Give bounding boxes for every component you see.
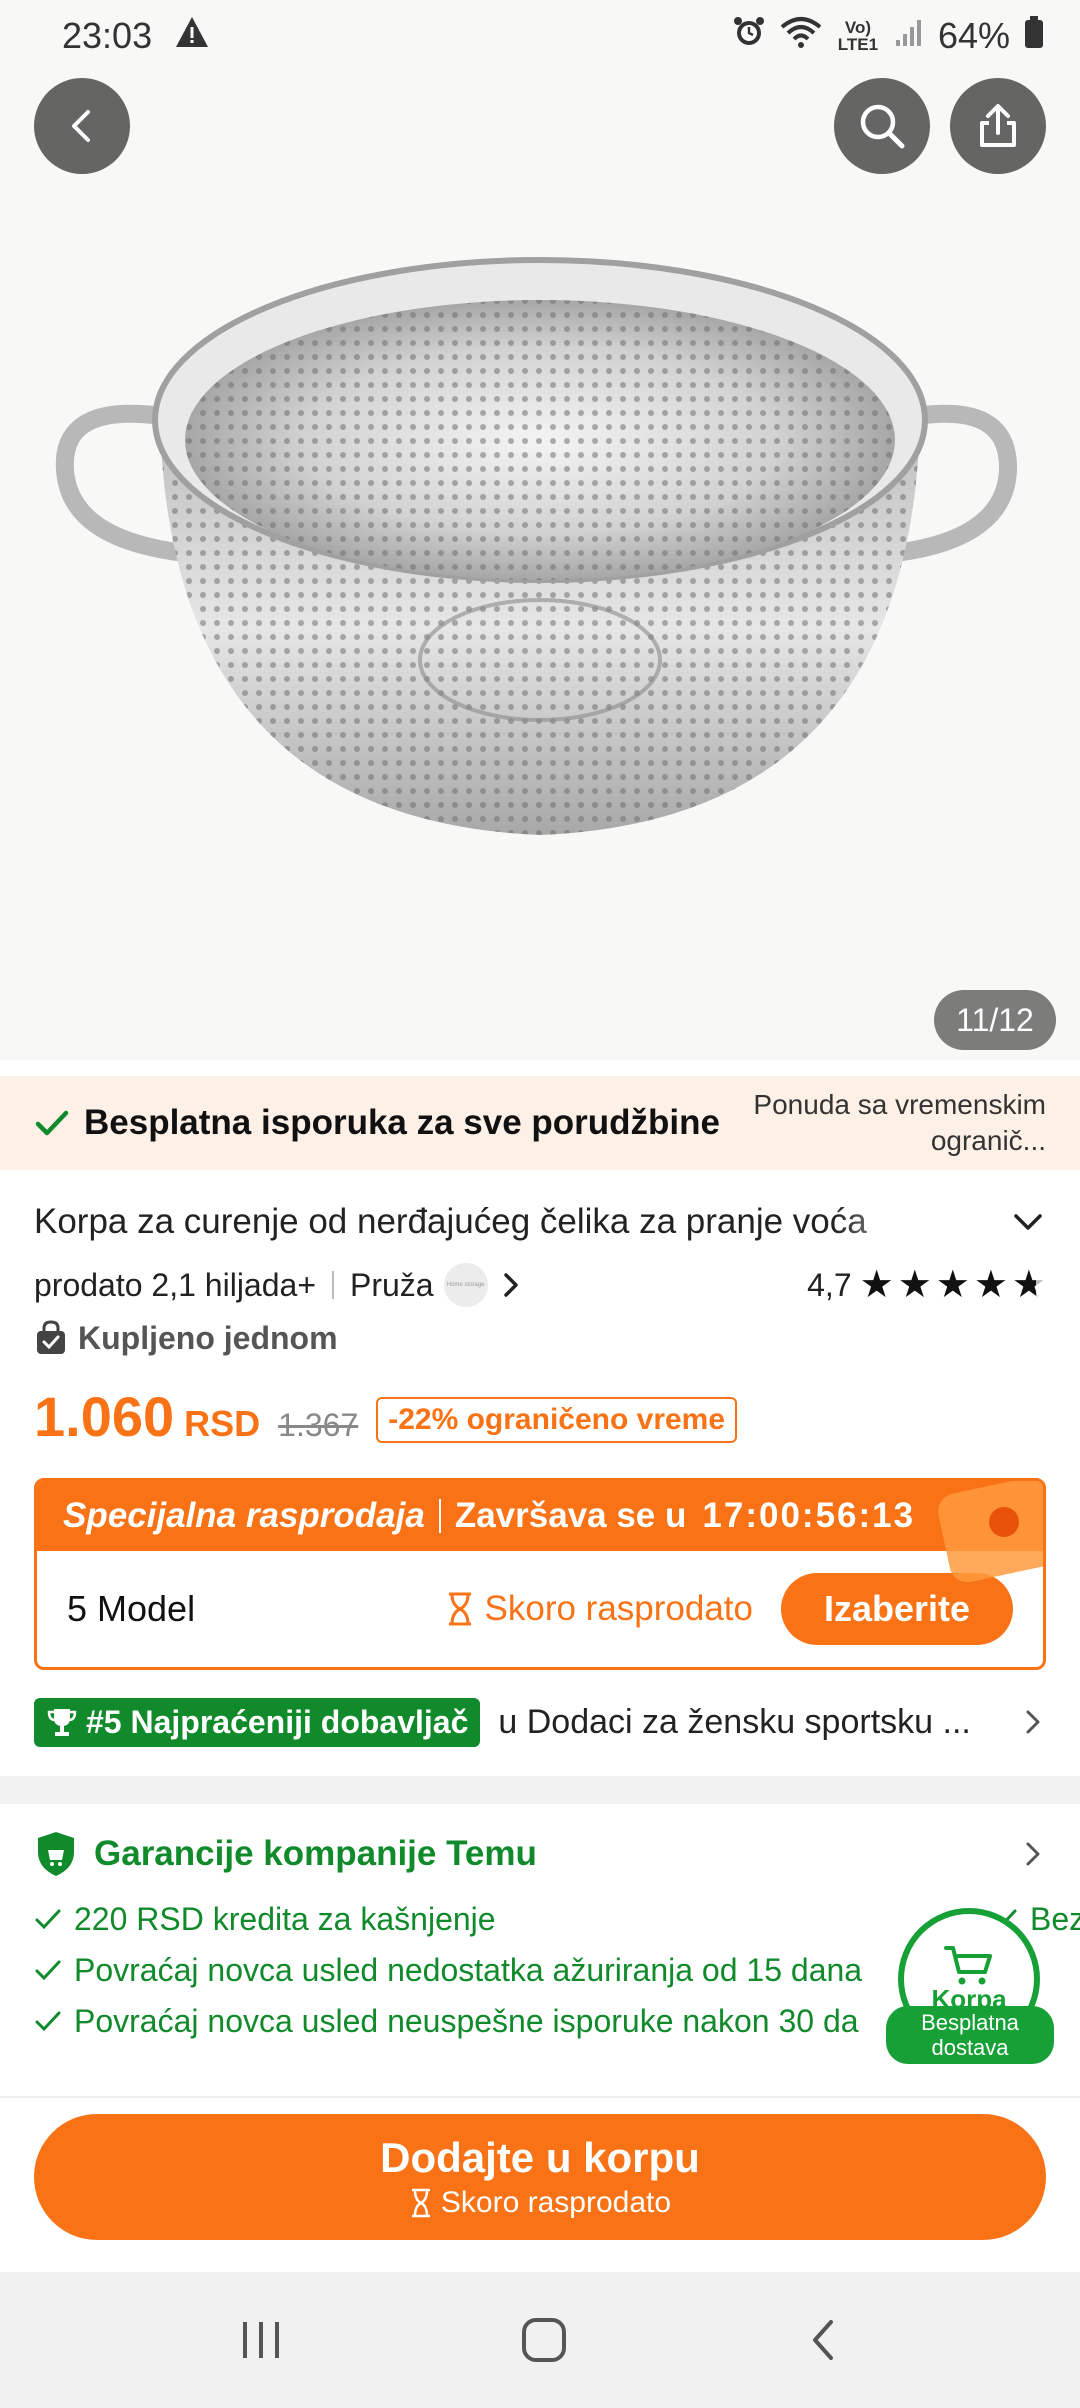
divider [0, 2096, 1080, 2098]
provider-label: Pruža [350, 1266, 434, 1303]
star-icon: ★ [859, 1264, 894, 1306]
guarantee-item-label: Povraćaj novca usled nedostatka ažuriran… [74, 1951, 863, 1988]
ranking-badge: #5 Najpraćeniji dobavljač [34, 1697, 481, 1747]
current-price: 1.060 [34, 1385, 175, 1448]
flash-sale-header: Specijalna rasprodaja Završava se u 17:0… [37, 1481, 1043, 1586]
guarantee-item: Povraćaj novca usled nedostatka ažuriran… [34, 1947, 862, 1993]
select-button[interactable]: Izaberite [781, 1573, 1013, 1645]
add-to-cart-sub-label: Skoro rasprodato [440, 2186, 672, 2219]
system-nav-bar [0, 2272, 1080, 2408]
colander-image [55, 257, 1018, 835]
original-price: 1.367 [278, 1407, 359, 1443]
currency: RSD [184, 1403, 261, 1444]
back-icon [72, 110, 90, 142]
network-label: Vo) LTE1 [837, 18, 879, 54]
sold-count: prodato 2,1 hiljada+ [34, 1266, 316, 1303]
divider [438, 1499, 441, 1533]
price-row: 1.060 RSD 1.367 -22% ograničeno vreme [34, 1384, 738, 1456]
stock-status-label: Skoro rasprodato [484, 1589, 753, 1628]
shield-icon [38, 1832, 74, 1876]
ranking-row[interactable]: #5 Najpraćeniji dobavljač u Dodaci za že… [34, 1696, 1046, 1748]
chevron-right-icon [1026, 1842, 1040, 1866]
status-time: 23:03 [62, 15, 153, 56]
star-icon: ★ [973, 1264, 1008, 1306]
star-icon: ★ [935, 1264, 970, 1306]
model-count: 5 Model [67, 1588, 196, 1629]
hourglass-icon [448, 1592, 471, 1626]
check-icon [35, 1909, 61, 1930]
guarantee-side-label: Bezi [1030, 1900, 1080, 1937]
search-icon [860, 104, 905, 149]
star-partial-icon: ★ [1011, 1264, 1046, 1306]
check-icon [35, 1960, 61, 1981]
check-icon [35, 1110, 69, 1136]
add-to-cart-label: Dodajte u korpu [380, 2134, 700, 2181]
signal-icon [894, 15, 924, 57]
lock-bag-icon [37, 1320, 65, 1354]
ends-label: Završava se u [454, 1496, 687, 1535]
search-button[interactable] [834, 78, 930, 174]
free-shipping-title: Besplatna isporuka za sve porudžbine [84, 1103, 720, 1142]
wifi-icon [780, 15, 822, 58]
flash-sale-body[interactable]: 5 Model Skoro rasprodato Izaberite [37, 1551, 1043, 1667]
product-meta-row: prodato 2,1 hiljada+ Pruža Home storage … [34, 1262, 1046, 1308]
back-nav-icon[interactable] [803, 2316, 843, 2364]
chevron-right-icon [503, 1273, 518, 1297]
add-to-cart-button[interactable]: Dodajte u korpu Skoro rasprodato [34, 2114, 1046, 2240]
stock-status: Skoro rasprodato [445, 1589, 753, 1629]
seller-logo: Home storage [443, 1263, 488, 1307]
cart-icon [944, 1945, 992, 1984]
guarantees-header[interactable]: Garancije kompanije Temu [34, 1826, 1046, 1882]
recent-apps-icon[interactable] [237, 2318, 285, 2362]
alarm-icon [732, 15, 766, 58]
guarantee-item: Povraćaj novca usled neuspešne isporuke … [34, 1998, 859, 2044]
home-icon[interactable] [518, 2314, 570, 2366]
product-title-row[interactable]: Korpa za curenje od nerđajućeg čelika za… [34, 1196, 1046, 1248]
share-button[interactable] [950, 78, 1046, 174]
product-title: Korpa za curenje od nerđajućeg čelika za… [34, 1202, 867, 1241]
add-to-cart-sub: Skoro rasprodato [409, 2186, 671, 2220]
battery-icon [1024, 15, 1044, 58]
free-shipping-banner[interactable]: Besplatna isporuka za sve porudžbine Pon… [0, 1076, 1080, 1170]
cart-free-shipping-badge: Besplatna dostava [886, 2006, 1054, 2064]
product-image-gallery[interactable]: 11/12 [0, 0, 1080, 1060]
guarantee-item-label: Povraćaj novca usled neuspešne isporuke … [74, 2002, 859, 2039]
guarantees-title: Garancije kompanije Temu [94, 1834, 537, 1873]
guarantee-item-label: 220 RSD kredita za kašnjenje [74, 1900, 496, 1937]
bought-once-label: Kupljeno jednom [78, 1319, 338, 1356]
trophy-icon [47, 1709, 77, 1736]
bought-once-row: Kupljeno jednom [34, 1314, 338, 1362]
share-icon [980, 104, 1016, 147]
ranking-badge-label: #5 Najpraćeniji dobavljač [86, 1703, 469, 1740]
discount-badge: -22% ograničeno vreme [376, 1397, 738, 1443]
check-icon [35, 2011, 61, 2032]
chevron-down-icon[interactable] [1010, 1204, 1046, 1240]
flash-sale-title: Specijalna rasprodaja [63, 1496, 425, 1535]
section-divider [0, 1776, 1080, 1804]
sale-decoration [934, 1481, 1043, 1586]
guarantee-item: 220 RSD kredita za kašnjenje [34, 1896, 496, 1942]
back-button[interactable] [34, 78, 130, 174]
rating[interactable]: 4,7 ★ ★ ★ ★ ★ [807, 1266, 1046, 1304]
hourglass-icon [411, 2188, 430, 2218]
countdown-timer: 17:00:56:13 [702, 1496, 916, 1535]
divider [332, 1271, 334, 1299]
battery-label: 64% [937, 15, 1010, 56]
status-bar: 23:03 Vo) LTE1 64% [0, 0, 1080, 72]
sale-decoration-dot [989, 1507, 1019, 1537]
chevron-right-icon [1026, 1710, 1040, 1734]
flash-sale-box: Specijalna rasprodaja Završava se u 17:0… [34, 1478, 1046, 1670]
ranking-category: u Dodaci za žensku sportsku ... [498, 1702, 971, 1741]
rating-value: 4,7 [807, 1266, 852, 1303]
image-counter: 11/12 [934, 990, 1056, 1050]
star-icon: ★ [897, 1264, 932, 1306]
limited-offer-label: Ponuda sa vremenskim ogranič... [753, 1089, 1046, 1156]
seller-link[interactable]: Pruža Home storage [350, 1263, 524, 1307]
warning-icon [174, 15, 210, 58]
